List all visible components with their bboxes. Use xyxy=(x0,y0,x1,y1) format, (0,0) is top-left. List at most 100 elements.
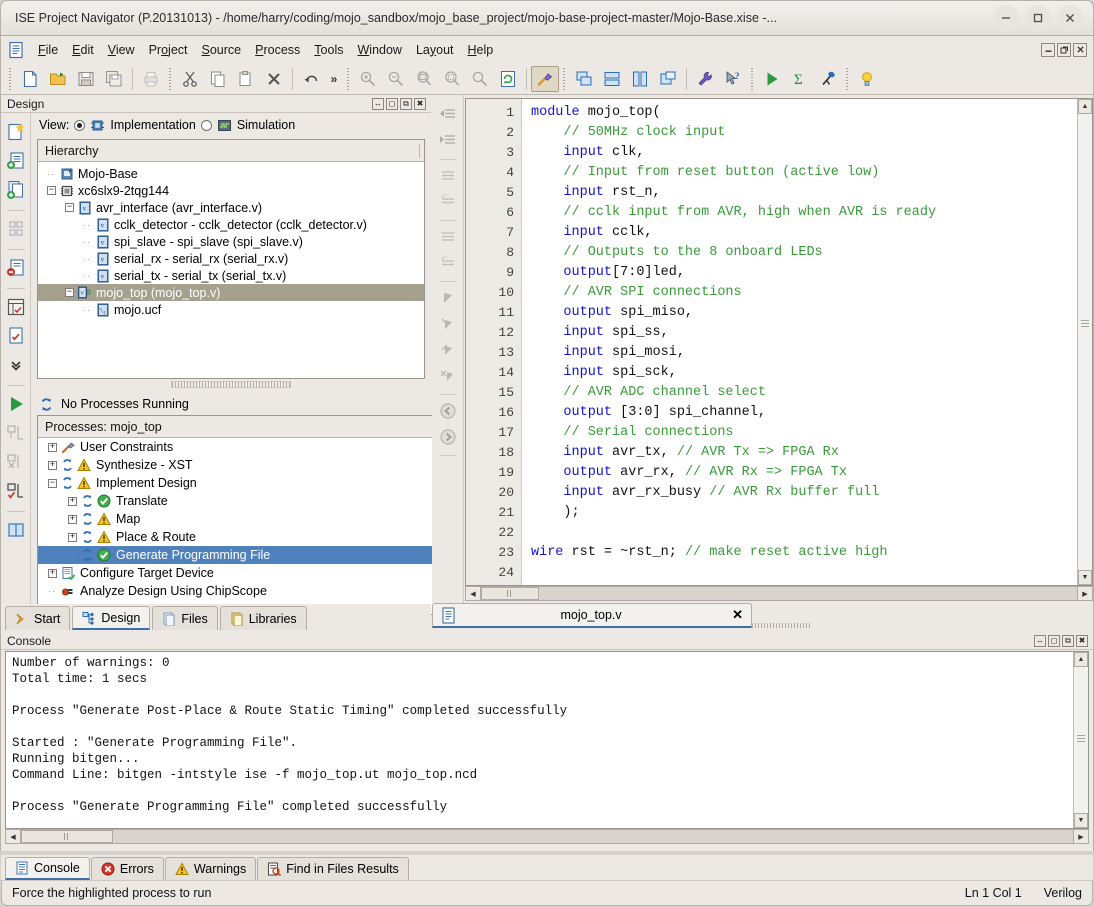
mdi-close-button[interactable] xyxy=(1073,42,1087,57)
expand-toggle-icon[interactable]: + xyxy=(68,496,77,506)
menu-item-tools[interactable]: Tools xyxy=(307,40,350,60)
process-item[interactable]: ·· Analyze Design Using ChipScope xyxy=(38,582,435,600)
tile-horizontally-icon[interactable] xyxy=(598,66,626,92)
print-icon[interactable] xyxy=(137,66,165,92)
hierarchy-item[interactable]: ·· Mojo-Base xyxy=(38,165,424,182)
close-panel-icon[interactable]: ✖ xyxy=(414,97,426,110)
toolbar-grip-2[interactable] xyxy=(167,67,174,90)
zoom-area-icon[interactable] xyxy=(466,66,494,92)
telescope-icon[interactable] xyxy=(814,66,842,92)
float-panel-icon[interactable]: ⧉ xyxy=(1062,634,1074,647)
code-editor[interactable]: 1 2 3 4 5 6 7 8 9 10 11 12 13 14 15 16 17 18 19 20 21 22 23 24 … xyxy=(465,98,1093,586)
save-icon[interactable] xyxy=(72,66,100,92)
console-tab-console[interactable]: Console xyxy=(5,857,90,880)
process-item[interactable]: + Translate xyxy=(38,492,435,510)
bookmark-prev-icon[interactable] xyxy=(435,338,461,362)
scrollbar-track[interactable] xyxy=(481,587,1077,600)
hierarchy-item[interactable]: ·· u c F mojo.ucf xyxy=(38,301,424,318)
open-project-icon[interactable] xyxy=(44,66,72,92)
outdent-icon[interactable] xyxy=(435,103,461,127)
implementation-label[interactable]: Implementation xyxy=(110,118,195,132)
mdi-restore-button[interactable] xyxy=(1057,42,1071,57)
design-tab-design[interactable]: Design xyxy=(72,606,151,630)
collapse-toggle-icon[interactable]: − xyxy=(65,203,74,212)
simulation-label[interactable]: Simulation xyxy=(237,118,295,132)
menu-item-project[interactable]: Project xyxy=(142,40,195,60)
menu-item-edit[interactable]: Edit xyxy=(65,40,101,60)
paste-icon[interactable] xyxy=(232,66,260,92)
refresh-icon[interactable] xyxy=(494,66,522,92)
expand-toggle-icon[interactable]: + xyxy=(68,514,77,524)
tile-vertically-icon[interactable] xyxy=(626,66,654,92)
menu-item-process[interactable]: Process xyxy=(248,40,307,60)
collapse-toggle-icon[interactable]: − xyxy=(47,186,56,195)
sum-sigma-icon[interactable]: Σ xyxy=(786,66,814,92)
navigate-back-icon[interactable] xyxy=(435,399,461,423)
hierarchy-item[interactable]: ·· v cclk_detector - cclk_detector (cclk_d… xyxy=(38,216,424,233)
simulation-radio[interactable] xyxy=(200,119,212,131)
hierarchy-item[interactable]: − v mojo_top (mojo_top.v) xyxy=(38,284,424,301)
source-code-text[interactable]: module mojo_top( // 50MHz clock input in… xyxy=(522,99,1077,585)
preferences-wrench-icon[interactable] xyxy=(691,66,719,92)
design-properties-icon[interactable] xyxy=(3,323,29,349)
menu-item-source[interactable]: Source xyxy=(195,40,249,60)
comment-line-icon[interactable] xyxy=(435,225,461,249)
close-button[interactable] xyxy=(1057,5,1083,31)
remove-source-icon[interactable] xyxy=(3,255,29,281)
maximize-button[interactable] xyxy=(1025,5,1051,31)
dock-resize-icon[interactable]: ↔ xyxy=(372,97,384,110)
scrollbar-thumb[interactable] xyxy=(21,830,113,843)
toolbar-grip-5[interactable] xyxy=(749,67,756,90)
process-item[interactable]: + Synthesize - XST xyxy=(38,456,435,474)
console-tab-errors[interactable]: Errors xyxy=(90,857,164,880)
zoom-selection-icon[interactable] xyxy=(438,66,466,92)
menu-item-layout[interactable]: Layout xyxy=(409,40,461,60)
bookmark-clear-icon[interactable] xyxy=(435,364,461,388)
process-item[interactable]: ·· Generate Programming File xyxy=(38,546,435,564)
scrollbar-track[interactable] xyxy=(1074,667,1088,813)
toolbar-grip-6[interactable] xyxy=(844,67,851,90)
editor-tab-grip[interactable] xyxy=(752,623,812,628)
bookmark-next-icon[interactable] xyxy=(435,312,461,336)
scroll-down-button[interactable]: ▼ xyxy=(1078,570,1092,585)
manage-configurations-icon[interactable] xyxy=(3,216,29,242)
zoom-in-icon[interactable] xyxy=(354,66,382,92)
run-icon[interactable] xyxy=(758,66,786,92)
hierarchy-item[interactable]: ·· v spi_slave - spi_slave (spi_slave.v) xyxy=(38,233,424,250)
zoom-out-icon[interactable] xyxy=(382,66,410,92)
toolbar-overflow-chevron[interactable]: » xyxy=(325,72,343,86)
copy-icon[interactable] xyxy=(204,66,232,92)
toolbar-grip-4[interactable] xyxy=(561,67,568,90)
tip-bulb-icon[interactable] xyxy=(853,66,881,92)
scroll-down-button[interactable]: ▼ xyxy=(1074,813,1088,828)
uncomment-block-icon[interactable]: ↶ xyxy=(435,190,461,214)
menu-item-view[interactable]: View xyxy=(101,40,142,60)
process-item[interactable]: + User Constraints xyxy=(38,438,435,456)
scroll-right-button[interactable]: ▶ xyxy=(1077,587,1092,600)
scroll-left-button[interactable]: ◀ xyxy=(466,587,481,600)
scrollbar-track[interactable] xyxy=(1078,114,1092,570)
zoom-fit-icon[interactable] xyxy=(410,66,438,92)
collapse-toggle-icon[interactable]: − xyxy=(48,478,57,488)
expand-toggle-icon[interactable]: + xyxy=(48,460,57,470)
implementation-radio[interactable] xyxy=(74,119,86,131)
indent-icon[interactable] xyxy=(435,129,461,153)
console-tab-find-in-files-results[interactable]: Find in Files Results xyxy=(257,857,409,880)
process-item[interactable]: + Map xyxy=(38,510,435,528)
minimize-button[interactable] xyxy=(993,5,1019,31)
hierarchy-item[interactable]: ·· v serial_rx - serial_rx (serial_rx.v) xyxy=(38,250,424,267)
help-pointer-icon[interactable]: ? xyxy=(719,66,747,92)
hierarchy-item[interactable]: − v avr_interface (avr_interface.v) xyxy=(38,199,424,216)
dock-resize-icon[interactable]: ↔ xyxy=(1034,634,1046,647)
expand-toggle-icon[interactable]: + xyxy=(48,442,57,452)
scroll-left-button[interactable]: ◀ xyxy=(6,830,21,843)
cascade-windows-icon[interactable] xyxy=(570,66,598,92)
scrollbar-thumb[interactable] xyxy=(481,587,539,600)
save-all-icon[interactable] xyxy=(100,66,128,92)
menu-item-file[interactable]: File xyxy=(31,40,65,60)
force-process-rerun-icon[interactable] xyxy=(3,449,29,475)
scroll-up-button[interactable]: ▲ xyxy=(1078,99,1092,114)
cut-icon[interactable] xyxy=(176,66,204,92)
menu-item-help[interactable]: Help xyxy=(461,40,501,60)
comment-block-icon[interactable] xyxy=(435,164,461,188)
